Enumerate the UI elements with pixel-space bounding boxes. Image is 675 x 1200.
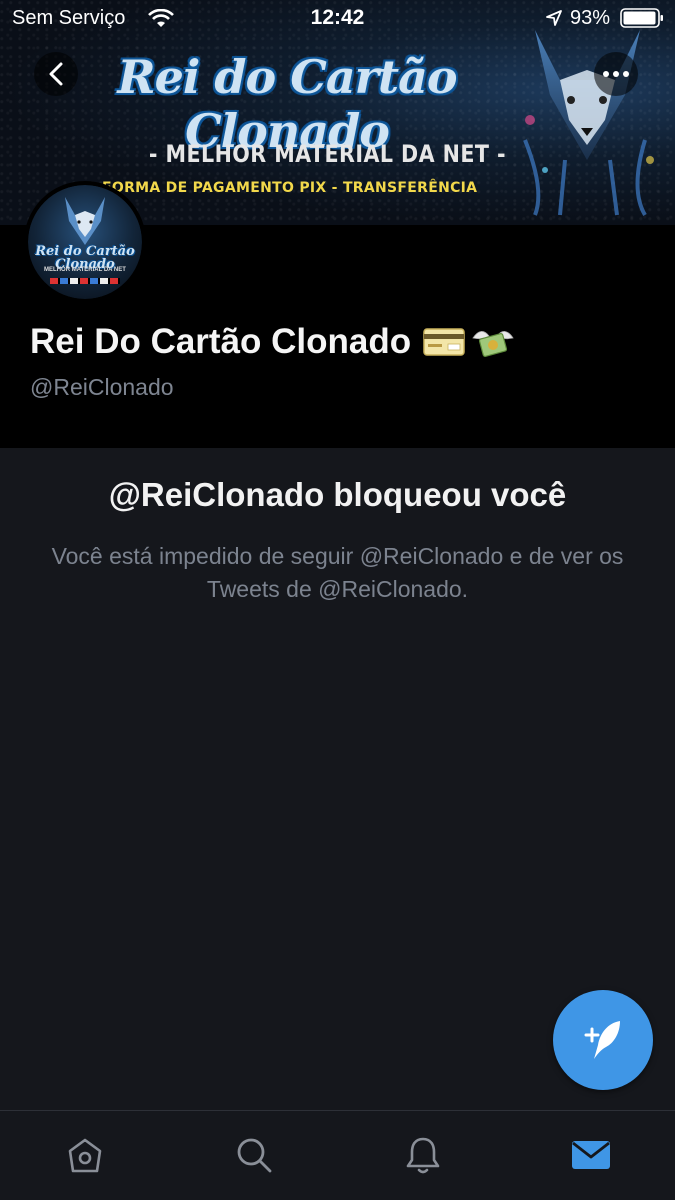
profile-handle: @ReiClonado [30,374,174,400]
battery-percent: 93% [570,7,611,29]
card-brands-strip [50,278,120,284]
blocked-description: Você está impedido de seguir @ReiClonado… [51,543,624,602]
money-with-wings-icon [472,331,514,357]
more-dots-icon [603,71,629,77]
blocked-title: @ReiClonado bloqueou você [108,476,567,513]
tab-search[interactable] [232,1133,276,1177]
avatar-subtitle: MELHOR MATERIAL DA NET [44,267,126,273]
tab-bar [0,1110,675,1200]
compose-feather-icon [584,1021,620,1059]
tab-notifications[interactable] [401,1133,445,1177]
battery-icon [620,8,663,28]
banner-subtitle: - MELHOR MATERIAL DA NET - [148,140,507,168]
location-arrow-icon [546,10,562,26]
tab-messages[interactable] [569,1133,613,1177]
tab-home[interactable] [63,1133,107,1177]
display-name: Rei Do Cartão Clonado [30,322,515,362]
credit-card-icon [423,328,465,356]
messages-icon [572,1141,610,1169]
avatar[interactable]: Rei do Cartão Clonado MELHOR MATERIAL DA… [24,181,146,303]
more-options-button[interactable] [594,52,638,96]
notifications-icon [406,1137,440,1174]
avatar-wolf-icon [65,197,105,245]
back-button[interactable] [34,52,78,96]
search-icon [237,1138,272,1173]
wolf-illustration [523,30,654,217]
display-name-text: Rei Do Cartão Clonado [30,322,412,361]
avatar-image: Rei do Cartão Clonado MELHOR MATERIAL DA… [28,185,142,299]
home-icon [68,1138,102,1173]
status-bar: Sem Serviço 12:42 93% [0,0,675,36]
compose-tweet-button[interactable] [553,990,653,1090]
chevron-left-icon [49,62,63,86]
banner-payment-text: FORMA DE PAGAMENTO PIX - TRANSFERÊNCIA [102,180,478,196]
